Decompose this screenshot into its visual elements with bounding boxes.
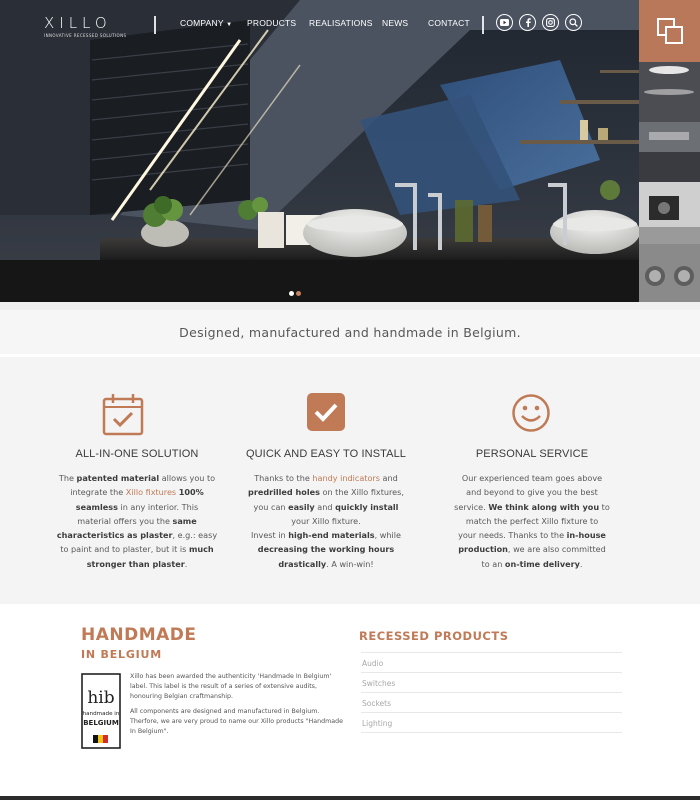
emphasis-text: patented material (76, 473, 160, 483)
nav-company-label: COMPANY (180, 18, 224, 28)
emphasis-text: drastically (278, 558, 327, 569)
caret-down-icon: ▼ (226, 22, 233, 28)
recessed-item-switches[interactable]: Switches (361, 673, 622, 693)
xillo-logo[interactable]: XILLO INNOVATIVE RECESSED SOLUTIONS (44, 14, 126, 38)
emphasis-text: install (370, 501, 399, 512)
emphasis-text: high-end materials (288, 530, 375, 541)
svg-text:BELGIUM: BELGIUM (83, 719, 119, 727)
emphasis-text: in-house (566, 530, 606, 541)
svg-text:hib: hib (87, 688, 114, 708)
emphasis-text: easily (288, 501, 315, 512)
gallery-toggle-button[interactable] (639, 0, 700, 62)
emphasis-text: decreasing the working hours (257, 544, 395, 555)
feature-title: QUICK AND EASY TO INSTALL (245, 448, 407, 460)
handmade-title: HANDMADE (81, 625, 197, 645)
thumbnail-3[interactable] (639, 182, 700, 244)
footer-bar (0, 796, 700, 800)
instagram-button[interactable] (542, 14, 559, 31)
recessed-item-audio[interactable]: Audio (361, 653, 622, 673)
nav-separator-2 (482, 16, 484, 34)
youtube-button[interactable] (496, 14, 513, 31)
checkbox-icon (307, 393, 345, 431)
thumbnail-4[interactable] (639, 244, 700, 302)
bottom-section: HANDMADE IN BELGIUM hib handmade in BELG… (0, 604, 700, 800)
recessed-products-title: RECESSED PRODUCTS (359, 629, 509, 643)
feature-body: Our experienced team goes above and beyon… (454, 473, 610, 569)
nav-separator (154, 16, 156, 34)
logo-wordmark: XILLO (44, 14, 112, 32)
features-section: ALL-IN-ONE SOLUTION The patented materia… (0, 357, 700, 604)
slider-dot-2[interactable] (296, 291, 301, 296)
emphasis-text: same (172, 515, 197, 526)
emphasis-text: on-time delivery (504, 558, 580, 569)
hib-label-logo: hib handmade in BELGIUM (81, 673, 121, 749)
search-icon (569, 18, 578, 27)
tagline-band: Designed, manufactured and handmade in B… (0, 302, 700, 354)
nav-contact[interactable]: CONTACT (428, 18, 470, 28)
feature-body: The patented material allows you to integ… (56, 473, 218, 569)
nav-products[interactable]: PRODUCTS (247, 18, 309, 28)
nav-news[interactable]: NEWS (382, 18, 428, 28)
emphasis-text: production (458, 544, 508, 555)
recessed-products-list: Audio Switches Sockets Lighting (361, 652, 622, 733)
main-menu: COMPANY ▼ PRODUCTS REALISATIONS NEWS CON… (180, 18, 470, 28)
handmade-description: Xillo has been awarded the authenticity … (130, 672, 348, 737)
feature-title: PERSONAL SERVICE (475, 448, 589, 460)
top-navigation: XILLO INNOVATIVE RECESSED SOLUTIONS COMP… (0, 0, 639, 48)
emphasis-text: quickly (335, 501, 368, 512)
smiley-icon (512, 394, 550, 432)
layers-icon (656, 18, 683, 44)
highlight-text: Xillo fixtures (125, 487, 177, 498)
hero-slider: XILLO INNOVATIVE RECESSED SOLUTIONS COMP… (0, 0, 700, 302)
facebook-icon (525, 18, 531, 27)
recessed-item-lighting[interactable]: Lighting (361, 713, 622, 733)
tagline-text: Designed, manufactured and handmade in B… (179, 324, 521, 340)
svg-text:handmade in: handmade in (83, 711, 120, 717)
nav-realisations[interactable]: REALISATIONS (309, 18, 382, 28)
thumbnail-2[interactable] (639, 122, 700, 182)
emphasis-text: characteristics as plaster (56, 530, 173, 541)
emphasis-text: We think along with you (488, 501, 600, 512)
emphasis-text: stronger than plaster (86, 558, 185, 569)
slider-dot-1[interactable] (289, 291, 294, 296)
nav-company[interactable]: COMPANY ▼ (180, 18, 247, 28)
instagram-icon (546, 18, 555, 27)
calendar-check-icon (102, 394, 144, 436)
highlight-text: handy indicators (312, 473, 380, 483)
emphasis-text: 100% (178, 487, 204, 498)
logo-tagline: INNOVATIVE RECESSED SOLUTIONS (44, 33, 127, 38)
search-button[interactable] (565, 14, 582, 31)
handmade-paragraph-1: Xillo has been awarded the authenticity … (130, 673, 332, 700)
handmade-subtitle: IN BELGIUM (81, 648, 163, 661)
slider-dots (289, 291, 301, 296)
thumbnail-1[interactable] (639, 62, 700, 122)
facebook-button[interactable] (519, 14, 536, 31)
youtube-icon (500, 19, 509, 26)
emphasis-text: predrilled holes (248, 487, 320, 498)
handmade-paragraph-2: All components are designed and manufact… (130, 708, 343, 735)
side-thumbnails (639, 0, 700, 302)
emphasis-text: seamless (75, 501, 118, 512)
emphasis-text: much (188, 544, 214, 555)
social-links (496, 14, 582, 31)
recessed-item-sockets[interactable]: Sockets (361, 693, 622, 713)
feature-body: Thanks to the handy indicators and predri… (248, 473, 404, 569)
